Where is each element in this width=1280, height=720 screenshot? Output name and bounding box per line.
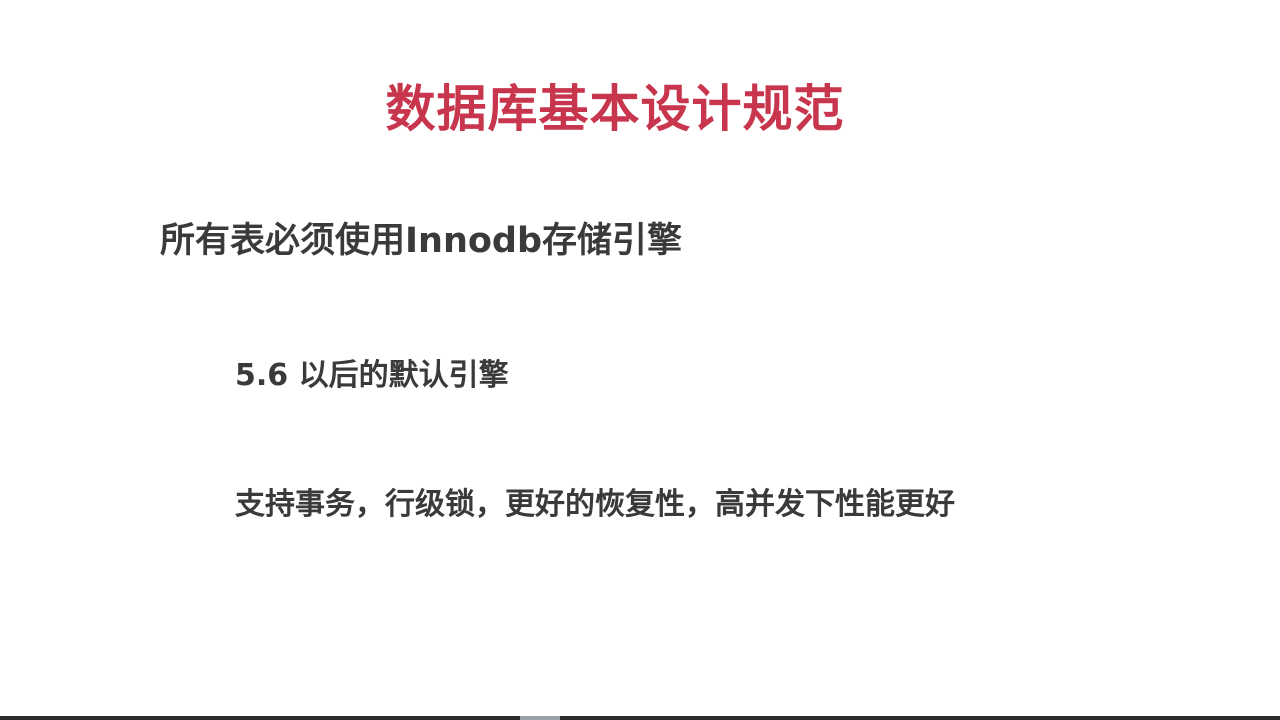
bullet-level1: 所有表必须使用Innodb存储引擎 bbox=[160, 221, 683, 261]
progress-highlight bbox=[520, 716, 560, 720]
video-progress-bar[interactable] bbox=[0, 716, 1280, 720]
bullet-level2: 支持事务，行级锁，更好的恢复性，高并发下性能更好 bbox=[235, 487, 955, 522]
slide-title: 数据库基本设计规范 bbox=[385, 80, 845, 138]
slide: 数据库基本设计规范 所有表必须使用Innodb存储引擎 5.6 以后的默认引擎 … bbox=[0, 0, 1280, 720]
bullet-level2: 5.6 以后的默认引擎 bbox=[235, 358, 509, 393]
